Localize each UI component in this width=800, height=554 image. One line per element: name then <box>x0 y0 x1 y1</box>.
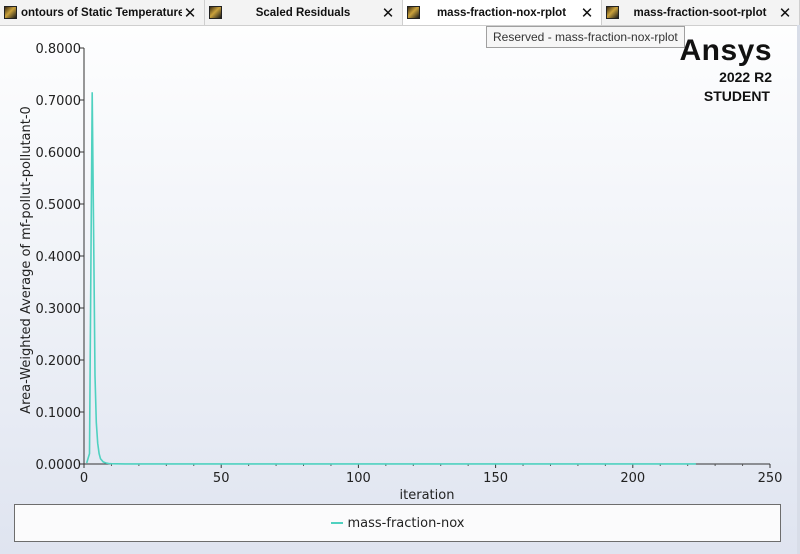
y-tick-label: 0.7000 <box>36 94 82 109</box>
series-layer <box>85 92 696 465</box>
x-tick-label: 200 <box>620 471 645 486</box>
y-tick-label: 0.3000 <box>36 302 82 317</box>
y-tick-label: 0.8000 <box>36 42 82 57</box>
axes <box>83 48 770 465</box>
ansys-logo: Ansys <box>679 34 772 67</box>
x-axis-label: iteration <box>400 488 455 503</box>
x-tick-label: 100 <box>346 471 371 486</box>
ansys-branding: Ansys 2022 R2 STUDENT <box>679 34 772 106</box>
y-tick-label: 0.0000 <box>36 458 82 473</box>
tab-tooltip: Reserved - mass-fraction-nox-rplot <box>486 26 685 48</box>
version-label: 2022 R2 <box>719 69 772 85</box>
series-line <box>85 92 696 465</box>
legend-entry: mass-fraction-nox <box>347 515 465 531</box>
x-tick-label: 150 <box>483 471 508 486</box>
legend-swatch <box>330 522 343 524</box>
ticks: 0.0000 0.1000 0.2000 0.3000 0.4000 0.5000 0.60… <box>36 42 783 486</box>
y-tick-label: 0.6000 <box>36 146 82 161</box>
edition-label: STUDENT <box>703 88 770 104</box>
y-tick-label: 0.5000 <box>36 198 82 213</box>
y-tick-label: 0.1000 <box>36 406 82 421</box>
x-tick-label: 250 <box>758 471 783 486</box>
y-axis-label: Area-Weighted Average of mf-pollut-pollu… <box>19 106 34 414</box>
x-tick-label: 50 <box>213 471 230 486</box>
y-tick-label: 0.2000 <box>36 354 82 369</box>
x-tick-label: 0 <box>80 471 88 486</box>
legend: mass-fraction-nox <box>14 504 781 542</box>
y-tick-label: 0.4000 <box>36 250 82 265</box>
